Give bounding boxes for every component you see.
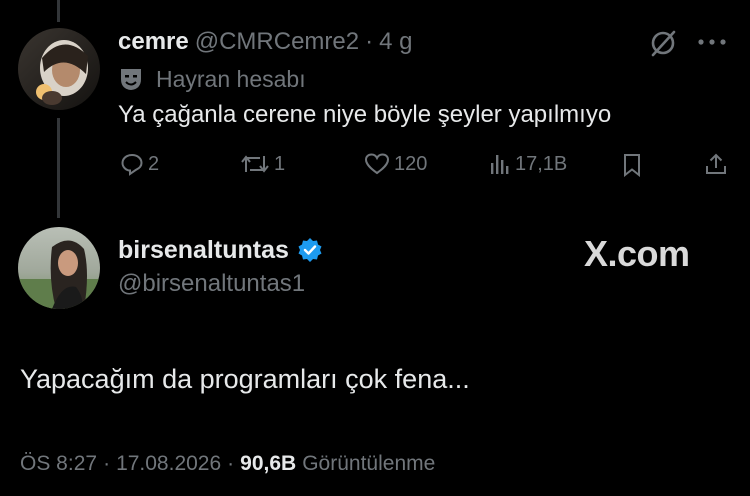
share-icon[interactable] xyxy=(704,152,728,176)
reply-text: Ya çağanla cerene niye böyle şeyler yapı… xyxy=(118,101,612,128)
tweet-meta: ÖS 8:27 · 17.08.2026 · 90,6B Görüntülenm… xyxy=(20,452,435,476)
repost-action[interactable]: 1 xyxy=(240,152,285,176)
bookmark-icon[interactable] xyxy=(622,153,642,177)
views-action[interactable]: 17,1B xyxy=(489,152,567,176)
avatar-cemre-image xyxy=(36,40,88,105)
meta-dot-2: · xyxy=(227,452,235,475)
heart-icon xyxy=(364,152,390,176)
like-count: 120 xyxy=(394,152,428,175)
reply-count: 2 xyxy=(148,152,160,175)
reply-display-name[interactable]: cemre xyxy=(118,28,189,56)
views-count: 17,1B xyxy=(515,152,568,175)
fan-badge: Hayran hesabı xyxy=(118,64,306,94)
tweet-date[interactable]: 17.08.2026 xyxy=(116,452,221,476)
verified-badge-icon[interactable] xyxy=(297,237,323,263)
grok-icon[interactable] xyxy=(648,28,678,58)
thread-line-top xyxy=(57,0,60,22)
avatar-birsen[interactable] xyxy=(18,227,100,309)
analytics-icon xyxy=(489,152,511,176)
main-handle[interactable]: @birsenaltuntas1 xyxy=(118,270,305,298)
reply-time[interactable]: 4 g xyxy=(379,28,412,56)
reply-action[interactable]: 2 xyxy=(120,152,159,176)
like-action[interactable]: 120 xyxy=(364,152,427,176)
avatar-birsen-image xyxy=(18,240,100,309)
repost-count: 1 xyxy=(274,152,286,175)
main-display-name[interactable]: birsenaltuntas xyxy=(118,236,289,265)
theater-mask-icon xyxy=(118,66,144,92)
main-header: birsenaltuntas xyxy=(118,234,323,266)
main-text: Yapacağım da programları çok fena... xyxy=(20,364,470,394)
repost-icon xyxy=(240,152,270,176)
reply-icon xyxy=(120,152,144,176)
reply-handle[interactable]: @CMRCemre2 xyxy=(195,28,359,56)
thread-line-bottom xyxy=(57,118,60,218)
reply-header: cemre @CMRCemre2 · 4 g xyxy=(118,27,413,57)
x-com-watermark: X.com xyxy=(584,233,690,274)
avatar-cemre[interactable] xyxy=(18,28,100,110)
views-label: Görüntülenme xyxy=(302,452,436,475)
more-options-icon[interactable] xyxy=(697,38,727,46)
meta-dot-1: · xyxy=(103,452,111,475)
fan-label: Hayran hesabı xyxy=(156,65,306,92)
reply-separator: · xyxy=(365,28,374,55)
tweet-time[interactable]: ÖS 8:27 xyxy=(20,452,97,476)
views-total: 90,6B xyxy=(240,452,297,475)
